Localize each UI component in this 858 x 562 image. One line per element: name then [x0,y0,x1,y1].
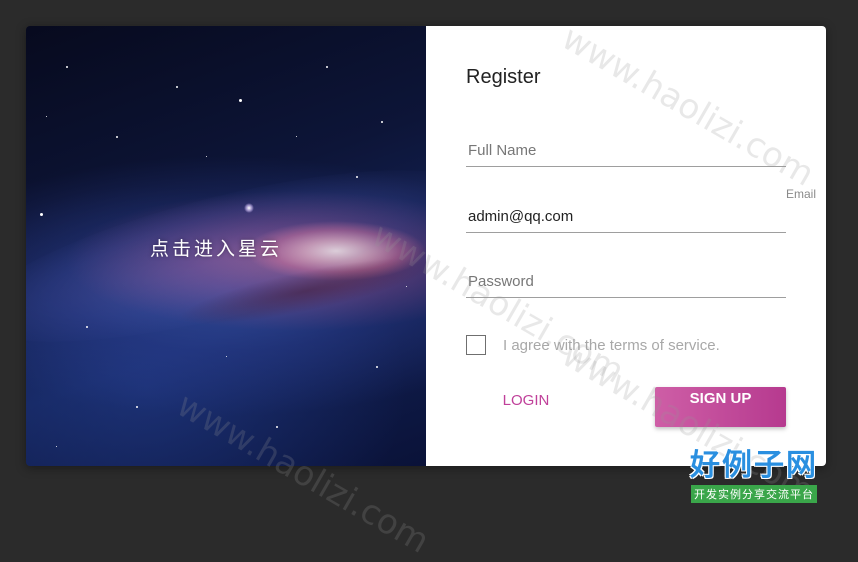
brand-name: 好例子网 [684,449,824,483]
star [356,176,358,178]
form-title: Register [466,66,540,89]
email-label: Email [786,187,816,201]
email-field [466,202,786,233]
brand-tagline: 开发实例分享交流平台 [691,485,817,503]
star [381,121,383,123]
signup-button[interactable]: SIGN UP [655,387,786,427]
full-name-input[interactable] [466,136,790,164]
star [239,99,242,102]
terms-checkbox[interactable] [466,335,486,355]
star [276,426,278,428]
star [296,136,297,137]
star [116,136,118,138]
star [226,356,227,357]
terms-label[interactable]: I agree with the terms of service. [503,337,720,354]
password-input[interactable] [466,267,790,295]
password-field [466,267,786,298]
star [56,446,57,447]
email-input[interactable] [466,202,790,230]
star [376,366,378,368]
bright-star [244,203,254,213]
star [326,66,328,68]
star [406,286,407,287]
star [176,86,178,88]
login-button[interactable]: LOGIN [486,388,566,412]
star [46,116,47,117]
register-card: 点击进入星云 Register Email I agree with the t… [26,26,826,466]
star [206,156,207,157]
star [66,66,68,68]
register-panel: Register Email I agree with the terms of… [426,26,826,466]
brand-logo: 好例子网 开发实例分享交流平台 [684,449,824,503]
star [136,406,138,408]
star [40,213,43,216]
galaxy-caption[interactable]: 点击进入星云 [150,234,282,261]
star [86,326,88,328]
galaxy-image[interactable]: 点击进入星云 [26,26,426,466]
full-name-field [466,136,786,167]
